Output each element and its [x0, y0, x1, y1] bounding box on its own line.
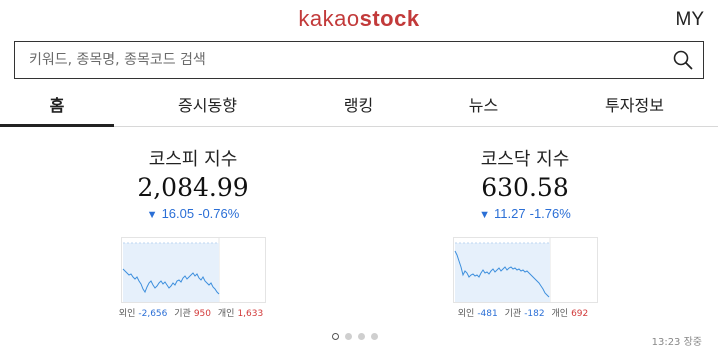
change-amount: 11.27	[494, 206, 526, 221]
investor-trading: 외인 -481 기관 -182 개인 692	[395, 306, 655, 319]
pagination-dot[interactable]	[371, 333, 378, 340]
pagination-dot[interactable]	[358, 333, 365, 340]
tab-investment-info[interactable]: 투자정보	[551, 88, 718, 126]
search-box	[14, 41, 704, 79]
change-percent: -1.76%	[529, 206, 571, 221]
tab-ranking[interactable]: 랭킹	[301, 88, 416, 126]
investor-label: 기관	[504, 309, 522, 319]
header: kakaostock MY	[0, 0, 718, 40]
market-status: 13:23 장중	[651, 337, 702, 348]
main-tabs: 홈 증시동향 랭킹 뉴스 투자정보	[0, 88, 718, 127]
investor-trading: 외인 -2,656 기관 950 개인 1,633	[63, 306, 323, 319]
down-triangle-icon: ▼	[479, 209, 491, 221]
change-percent: -0.76%	[198, 206, 240, 221]
index-name: 코스피 지수	[148, 149, 238, 170]
index-value: 630.58	[481, 173, 569, 202]
investor-value: -2,656	[138, 309, 168, 319]
investor-label: 개인	[217, 309, 235, 319]
kosdaq-panel[interactable]: 코스닥 지수 630.58 ▼ 11.27 -1.76% 외인 -481 기관 -182…	[395, 148, 655, 319]
investor-label: 외인	[118, 309, 136, 319]
carousel-pagination	[332, 333, 378, 340]
index-change: ▼ 16.05 -0.76%	[63, 206, 323, 223]
search-input[interactable]	[15, 42, 669, 78]
kosdaq-intraday-chart[interactable]	[452, 237, 598, 303]
investor-label: 개인	[551, 309, 569, 319]
investor-value: 1,633	[237, 309, 264, 319]
tab-news[interactable]: 뉴스	[416, 88, 551, 126]
kospi-panel[interactable]: 코스피 지수 2,084.99 ▼ 16.05 -0.76% 외인 -2,656 기관…	[63, 148, 323, 319]
tab-home[interactable]: 홈	[0, 88, 114, 127]
investor-label: 기관	[174, 309, 191, 319]
pagination-dot[interactable]	[345, 333, 352, 340]
down-triangle-icon: ▼	[146, 209, 158, 221]
pagination-dot[interactable]	[332, 333, 339, 340]
investor-value: 950	[193, 309, 211, 319]
investor-label: 외인	[457, 309, 475, 319]
kospi-intraday-chart[interactable]	[120, 237, 266, 303]
index-name: 코스닥 지수	[480, 149, 570, 170]
logo-text-kakao: kakao	[298, 6, 360, 31]
kakaostock-logo[interactable]: kakaostock	[0, 6, 718, 32]
index-value: 2,084.99	[137, 173, 249, 202]
investor-value: -481	[477, 309, 498, 319]
index-change: ▼ 11.27 -1.76%	[395, 206, 655, 223]
tab-market-trend[interactable]: 증시동향	[114, 88, 301, 126]
my-button[interactable]: MY	[676, 9, 705, 31]
logo-text-stock: stock	[359, 6, 420, 31]
investor-value: -182	[524, 309, 545, 319]
change-amount: 16.05	[161, 206, 195, 221]
search-icon[interactable]	[673, 50, 693, 70]
investor-value: 692	[571, 309, 589, 319]
